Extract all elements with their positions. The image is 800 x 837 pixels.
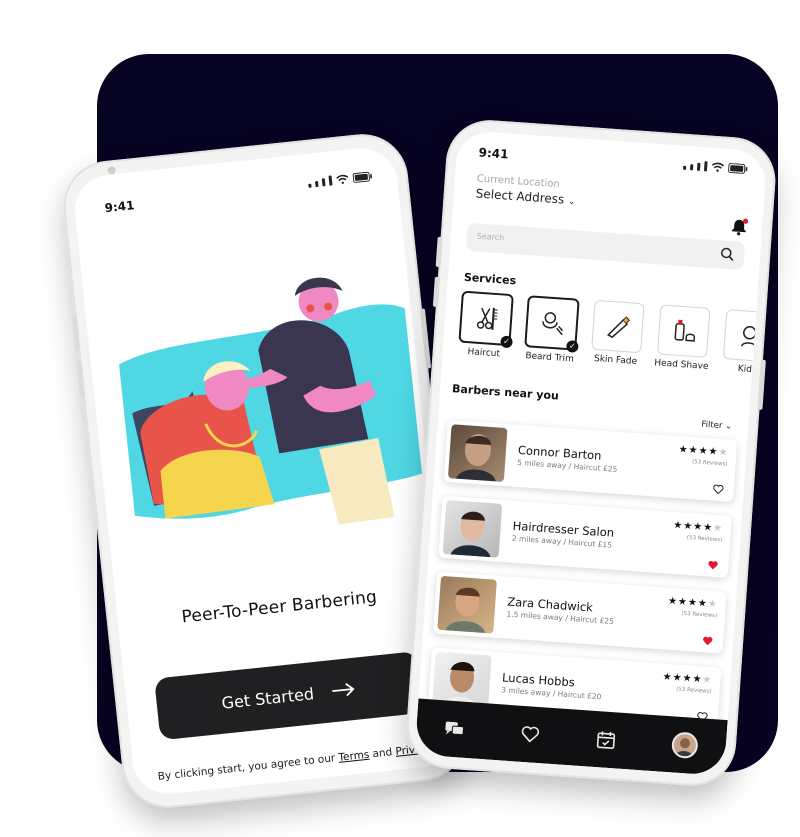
- barber-photo: [447, 424, 508, 482]
- browse-phone: 9:41 Current Location Select Address ⌄ S…: [403, 117, 779, 789]
- volume-button: [435, 236, 443, 268]
- address-selector[interactable]: Select Address ⌄: [475, 186, 576, 207]
- service-beard-trim[interactable]: ✓ Beard Trim: [519, 295, 582, 379]
- barbers-title: Barbers near you: [451, 382, 560, 403]
- get-started-button[interactable]: Get Started: [154, 651, 424, 741]
- terms-link[interactable]: Terms: [338, 749, 370, 764]
- status-icons: [682, 160, 749, 175]
- arrow-right-icon: [332, 682, 355, 697]
- service-head-shave[interactable]: Head Shave: [651, 304, 714, 388]
- volume-button: [71, 314, 81, 352]
- status-time: 9:41: [103, 198, 136, 216]
- battery-icon: [352, 171, 373, 183]
- barber-card[interactable]: Zara Chadwick 1.5 miles away / Haircut £…: [433, 571, 727, 654]
- scissors-comb-icon: [476, 307, 498, 330]
- browse-screen: 9:41 Current Location Select Address ⌄ S…: [414, 129, 768, 777]
- barber-illustration: [119, 277, 423, 525]
- services-title: Services: [463, 270, 517, 288]
- wifi-icon: [711, 162, 724, 172]
- heart-filled-icon[interactable]: [702, 635, 714, 647]
- chevron-down-icon: ⌄: [724, 421, 733, 432]
- chat-icon[interactable]: [444, 718, 465, 739]
- service-haircut[interactable]: ✓ Haircut: [453, 290, 516, 374]
- wifi-icon: [336, 174, 349, 184]
- chevron-down-icon: ⌄: [567, 196, 576, 208]
- star-rating: ★★★★★: [667, 595, 719, 611]
- terms-text: By clicking start, you agree to our Term…: [134, 739, 457, 785]
- barber-list: Connor Barton 5 miles away / Haircut £25…: [427, 419, 738, 743]
- barber-card[interactable]: Connor Barton 5 miles away / Haircut £25…: [443, 419, 738, 503]
- welcome-screen: 9:41 Peer-To-Peer Barbering Get Started …: [71, 144, 459, 798]
- notification-bell-icon[interactable]: [730, 217, 749, 236]
- search-input[interactable]: Search: [465, 222, 746, 271]
- kids-icon: [741, 326, 757, 348]
- clipper-icon: [607, 316, 631, 339]
- app-tagline: Peer-To-Peer Barbering: [180, 587, 378, 628]
- filter-button[interactable]: Filter ⌄: [701, 420, 733, 432]
- check-icon: ✓: [565, 340, 579, 353]
- barber-photo: [442, 500, 503, 558]
- check-icon: ✓: [500, 335, 513, 349]
- battery-icon: [728, 163, 748, 174]
- status-time: 9:41: [478, 145, 509, 162]
- star-rating: ★★★★★: [662, 671, 713, 687]
- volume-button: [76, 360, 86, 397]
- heart-filled-icon[interactable]: [707, 559, 719, 571]
- service-skin-fade[interactable]: Skin Fade: [585, 299, 648, 384]
- search-icon: [721, 247, 734, 261]
- calendar-check-icon[interactable]: [595, 729, 616, 750]
- barber-card[interactable]: Hairdresser Salon 2 miles away / Haircut…: [438, 495, 732, 578]
- beard-trim-icon: [542, 312, 564, 336]
- profile-avatar[interactable]: [670, 731, 699, 760]
- heart-icon[interactable]: [520, 724, 541, 745]
- status-icons: [308, 171, 374, 188]
- star-rating: ★★★★★: [678, 444, 729, 459]
- volume-button: [432, 276, 440, 307]
- heart-outline-icon[interactable]: [712, 484, 724, 496]
- services-list: ✓ Haircut ✓ Beard Trim Skin Fade Head Sh…: [453, 290, 768, 391]
- shave-kit-icon: [674, 319, 696, 342]
- get-started-label: Get Started: [220, 683, 315, 713]
- barber-photo: [437, 575, 497, 634]
- star-rating: ★★★★★: [672, 519, 724, 535]
